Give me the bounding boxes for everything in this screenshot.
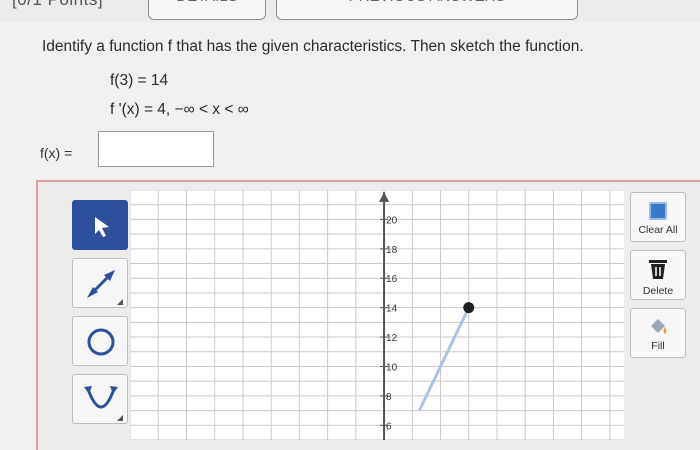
y-tick-label: 20: [386, 215, 398, 226]
parabola-icon: [84, 386, 123, 421]
y-tick-label: 6: [386, 421, 392, 432]
clear-all-button[interactable]: Clear All: [630, 192, 686, 242]
characteristic-derivative: f '(x) = 4, −∞ < x < ∞: [110, 101, 249, 118]
paint-bucket-icon: [651, 319, 667, 334]
clear-all-label: Clear All: [638, 224, 678, 236]
answer-input[interactable]: [98, 131, 214, 167]
delete-button[interactable]: Delete: [630, 250, 686, 300]
points-label: [0/1 Points]: [12, 0, 103, 10]
answer-label: f(x) =: [40, 145, 73, 161]
characteristic-value: f(3) = 14: [110, 72, 169, 89]
fill-label: Fill: [651, 340, 665, 352]
grid-background: [130, 190, 624, 440]
circle-tool-button[interactable]: [72, 316, 128, 366]
pointer-icon: [95, 217, 109, 237]
parabola-tool-button[interactable]: [72, 374, 128, 424]
line-segment-icon: [87, 270, 123, 305]
previous-answers-button[interactable]: PREVIOUS ANSWERS: [276, 0, 578, 20]
details-button[interactable]: DETAILS: [148, 0, 266, 20]
top-bar: [0/1 Points] DETAILS PREVIOUS ANSWERS: [0, 0, 700, 22]
delete-label: Delete: [642, 285, 674, 297]
y-tick-label: 8: [386, 392, 392, 403]
graph-point: [463, 302, 475, 314]
circle-icon: [87, 328, 115, 356]
fill-button[interactable]: Fill: [630, 308, 686, 358]
y-tick-label: 12: [386, 333, 398, 344]
pointer-tool-button[interactable]: [72, 200, 128, 250]
trash-icon: [649, 260, 667, 279]
clear-all-icon: [649, 202, 667, 220]
coordinate-grid[interactable]: 20 18 16 14 12 10 8 6: [129, 189, 624, 441]
question-prompt: Identify a function f that has the given…: [42, 38, 584, 55]
graph-area[interactable]: 20 18 16 14 12 10 8 6: [129, 189, 624, 445]
line-tool-button[interactable]: [72, 258, 128, 308]
y-tick-label: 14: [386, 304, 398, 315]
y-tick-label: 18: [386, 245, 398, 256]
y-tick-label: 10: [386, 362, 398, 373]
y-tick-label: 16: [386, 274, 398, 285]
